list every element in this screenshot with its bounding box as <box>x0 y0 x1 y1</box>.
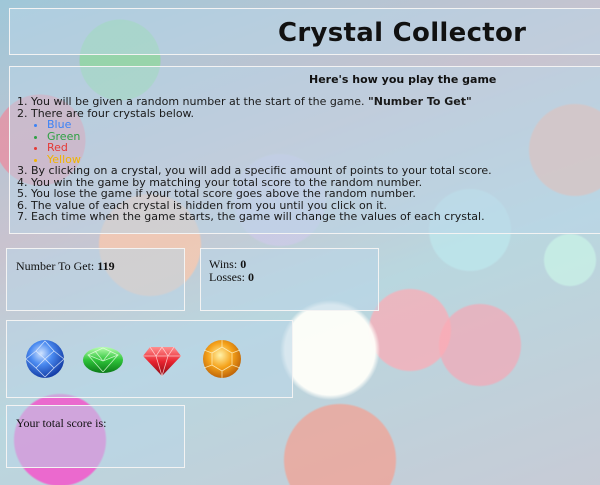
crystals-panel <box>6 320 293 398</box>
yellow-crystal-icon <box>203 340 241 378</box>
instructions-panel: Here's how you play the game 1. You will… <box>9 66 600 234</box>
instruction-step-1: 1. You will be given a random number at … <box>17 96 596 108</box>
crystal-color-blue: Blue <box>47 119 596 131</box>
losses-label: Losses: <box>209 270 248 284</box>
losses: Losses: 0 <box>209 271 254 284</box>
green-crystal-button[interactable] <box>82 339 124 379</box>
losses-value: 0 <box>248 270 254 284</box>
wins-value: 0 <box>240 257 247 271</box>
number-to-get-label: Number To Get: <box>16 259 98 273</box>
number-to-get: Number To Get: 119 <box>16 259 115 274</box>
wins-label: Wins: <box>209 257 241 271</box>
total-score-label: Your total score is: <box>16 416 107 430</box>
instruction-step-5: 5. You lose the game if your total score… <box>17 187 416 200</box>
instructions-list: 1. You will be given a random number at … <box>17 96 596 223</box>
record: Wins: 0 Losses: 0 <box>209 258 254 284</box>
red-crystal-button[interactable] <box>141 339 183 379</box>
instruction-step-3: 3. By clicking on a crystal, you will ad… <box>17 164 492 177</box>
instruction-step-7: 7. Each time when the game starts, the g… <box>17 210 485 223</box>
instruction-step-2: 2. There are four crystals below. <box>17 106 195 120</box>
crystal-color-red: Red <box>47 142 596 154</box>
blue-crystal-icon <box>25 340 65 378</box>
yellow-crystal-button[interactable] <box>201 339 243 379</box>
number-to-get-value: 119 <box>97 259 115 273</box>
green-crystal-icon <box>83 347 123 373</box>
crystal-color-green: Green <box>47 130 596 143</box>
instructions-heading: Here's how you play the game <box>309 73 497 86</box>
total-score-panel: Your total score is: <box>6 405 185 468</box>
instruction-step-1-highlight: "Number To Get" <box>368 95 472 108</box>
crystal-color-list: Blue Green Red Yellow <box>17 119 596 165</box>
title-bar: Crystal Collector <box>9 8 600 55</box>
red-crystal-icon <box>143 346 181 378</box>
page-title: Crystal Collector <box>278 18 527 48</box>
record-panel: Wins: 0 Losses: 0 <box>200 248 379 311</box>
blue-crystal-button[interactable] <box>24 339 66 379</box>
number-to-get-panel: Number To Get: 119 <box>6 248 185 311</box>
